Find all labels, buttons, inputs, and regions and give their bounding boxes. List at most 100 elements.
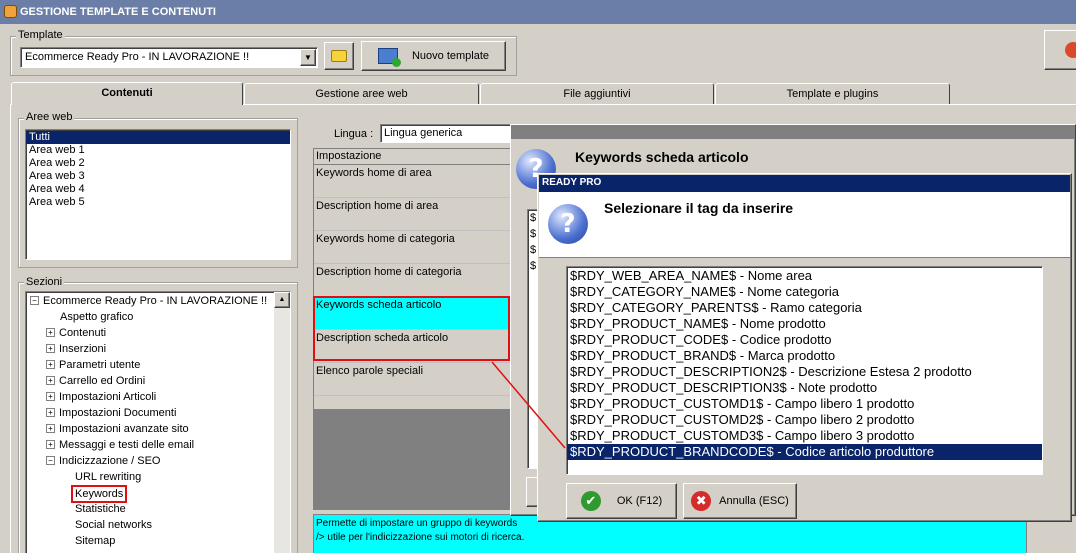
tree-node-carrello[interactable]: + Carrello ed Ordini bbox=[46, 374, 145, 388]
ready-pro-dialog: READY PRO ? Selezionare il tag da inseri… bbox=[537, 173, 1072, 522]
tag-item[interactable]: $RDY_PRODUCT_NAME$ - Nome prodotto bbox=[567, 316, 1042, 332]
empty-area bbox=[313, 410, 513, 510]
expand-icon[interactable]: + bbox=[46, 440, 55, 449]
sezioni-tree[interactable]: − Ecommerce Ready Pro - IN LAVORAZIONE !!… bbox=[25, 291, 291, 553]
tree-node-label: Impostazioni Documenti bbox=[59, 407, 177, 419]
expand-icon[interactable]: + bbox=[46, 408, 55, 417]
expand-icon[interactable]: + bbox=[46, 376, 55, 385]
tag-item[interactable]: $RDY_PRODUCT_CODE$ - Codice prodotto bbox=[567, 332, 1042, 348]
list-item-tutti[interactable]: Tutti bbox=[26, 131, 290, 144]
tree-node-label: Carrello ed Ordini bbox=[59, 375, 146, 387]
tree-node-label: Parametri utente bbox=[59, 359, 141, 371]
tag-item[interactable]: $RDY_PRODUCT_CUSTOMD2$ - Campo libero 2 … bbox=[567, 412, 1042, 428]
tab-template-e-plugins-label: Template e plugins bbox=[786, 88, 879, 100]
lingua-label: Lingua : bbox=[334, 128, 374, 140]
info-line-2: /> utile per l'indicizzazione sui motori… bbox=[316, 532, 525, 543]
tab-template-e-plugins[interactable]: Template e plugins bbox=[715, 83, 950, 104]
tab-gestione-aree-web[interactable]: Gestione aree web bbox=[244, 83, 479, 104]
annotation-arrow bbox=[491, 361, 566, 449]
template-select[interactable]: Ecommerce Ready Pro - IN LAVORAZIONE !! … bbox=[20, 47, 318, 68]
expand-icon[interactable]: + bbox=[46, 424, 55, 433]
expand-icon[interactable]: + bbox=[46, 360, 55, 369]
sezioni-group-label: Sezioni bbox=[24, 276, 65, 288]
list-item-area-web-1[interactable]: Area web 1 bbox=[26, 144, 290, 157]
grid-header: Impostazione bbox=[314, 149, 512, 165]
open-folder-button[interactable] bbox=[324, 42, 354, 70]
window-titlebar: GESTIONE TEMPLATE E CONTENUTI bbox=[0, 0, 1076, 24]
tree-root-label: Ecommerce Ready Pro - IN LAVORAZIONE !! bbox=[43, 295, 268, 307]
tree-node-inserzioni[interactable]: + Inserzioni bbox=[46, 342, 106, 356]
grid-row[interactable]: Keywords home di area bbox=[314, 165, 512, 198]
collapse-icon[interactable]: − bbox=[46, 456, 55, 465]
tree-node-label: Messaggi e testi delle email bbox=[59, 439, 195, 451]
list-item-area-web-2[interactable]: Area web 2 bbox=[26, 157, 290, 170]
ok-button[interactable]: ✔ OK (F12) bbox=[566, 483, 677, 519]
tab-contenuti[interactable]: Contenuti bbox=[11, 82, 243, 105]
tree-node-impostazioni-documenti[interactable]: + Impostazioni Documenti bbox=[46, 406, 176, 420]
tab-file-aggiuntivi[interactable]: File aggiuntivi bbox=[480, 83, 714, 104]
tag-item[interactable]: $RDY_PRODUCT_CUSTOMD1$ - Campo libero 1 … bbox=[567, 396, 1042, 412]
list-item-area-web-4[interactable]: Area web 4 bbox=[26, 183, 290, 196]
check-icon: ✔ bbox=[580, 491, 601, 511]
exit-button[interactable] bbox=[1044, 30, 1076, 70]
aree-web-list[interactable]: Tutti Area web 1 Area web 2 Area web 3 A… bbox=[25, 129, 291, 260]
new-template-button[interactable]: Nuovo template bbox=[361, 41, 506, 71]
tree-root[interactable]: − Ecommerce Ready Pro - IN LAVORAZIONE !! bbox=[30, 294, 267, 308]
cancel-button[interactable]: ✖ Annulla (ESC) bbox=[683, 483, 797, 519]
tag-item-selected[interactable]: $RDY_PRODUCT_BRANDCODE$ - Codice articol… bbox=[567, 444, 1042, 460]
tag-item[interactable]: $RDY_WEB_AREA_NAME$ - Nome area bbox=[567, 268, 1042, 284]
aree-web-group-label: Aree web bbox=[24, 111, 75, 123]
tree-node-label: Contenuti bbox=[59, 327, 107, 339]
list-item-area-web-3[interactable]: Area web 3 bbox=[26, 170, 290, 183]
tag-item[interactable]: $RDY_CATEGORY_NAME$ - Nome categoria bbox=[567, 284, 1042, 300]
tab-contenuti-label: Contenuti bbox=[101, 87, 153, 99]
grid-row[interactable]: Elenco parole speciali bbox=[314, 363, 512, 396]
tag-item[interactable]: $RDY_PRODUCT_DESCRIPTION2$ - Descrizione… bbox=[567, 364, 1042, 380]
cancel-label: Annulla (ESC) bbox=[719, 495, 789, 507]
grid-row[interactable]: Keywords home di categoria bbox=[314, 231, 512, 264]
template-select-value: Ecommerce Ready Pro - IN LAVORAZIONE !! bbox=[25, 51, 250, 63]
list-item-area-web-5[interactable]: Area web 5 bbox=[26, 196, 290, 209]
tree-node-seo[interactable]: − Indicizzazione / SEO bbox=[46, 454, 161, 468]
scroll-up-icon[interactable]: ▲ bbox=[274, 292, 290, 308]
question-icon: ? bbox=[548, 204, 588, 244]
tree-node-social-networks[interactable]: Social networks bbox=[75, 518, 152, 532]
tree-node-impostazioni-avanzate[interactable]: + Impostazioni avanzate sito bbox=[46, 422, 189, 436]
tree-node-url-rewriting[interactable]: URL rewriting bbox=[75, 470, 141, 484]
tree-scrollbar[interactable]: ▲ bbox=[274, 292, 290, 553]
grid-row[interactable]: Description home di categoria bbox=[314, 264, 512, 297]
tree-node-label: Inserzioni bbox=[59, 343, 107, 355]
template-group-label: Template bbox=[16, 29, 65, 41]
expand-icon[interactable]: + bbox=[46, 328, 55, 337]
collapse-icon[interactable]: − bbox=[30, 296, 39, 305]
new-template-icon bbox=[377, 48, 401, 67]
window-title: GESTIONE TEMPLATE E CONTENUTI bbox=[20, 6, 216, 18]
tree-node-keywords[interactable]: Keywords bbox=[71, 485, 128, 503]
tree-node-label: Keywords bbox=[75, 488, 124, 500]
tree-node-statistiche[interactable]: Statistiche bbox=[75, 502, 126, 516]
expand-icon[interactable]: + bbox=[46, 392, 55, 401]
grid-row[interactable]: Description home di area bbox=[314, 198, 512, 231]
lingua-select[interactable]: Lingua generica bbox=[380, 124, 520, 143]
tree-node-messaggi[interactable]: + Messaggi e testi delle email bbox=[46, 438, 194, 452]
settings-grid: Impostazione Keywords home di area Descr… bbox=[313, 148, 513, 410]
tree-node-sitemap[interactable]: Sitemap bbox=[75, 534, 115, 548]
tree-node-label: URL rewriting bbox=[75, 471, 142, 483]
tag-item[interactable]: $RDY_PRODUCT_DESCRIPTION3$ - Note prodot… bbox=[567, 380, 1042, 396]
tree-node-contenuti[interactable]: + Contenuti bbox=[46, 326, 106, 340]
ok-label: OK (F12) bbox=[616, 495, 663, 507]
chevron-down-icon[interactable]: ▼ bbox=[300, 49, 316, 66]
tag-item[interactable]: $RDY_PRODUCT_CUSTOMD3$ - Campo libero 3 … bbox=[567, 428, 1042, 444]
tree-node-label: Indicizzazione / SEO bbox=[59, 455, 161, 467]
tree-node-aspetto-grafico[interactable]: Aspetto grafico bbox=[60, 310, 133, 324]
power-icon bbox=[1065, 42, 1076, 58]
tree-node-label: Social networks bbox=[75, 519, 153, 531]
tree-node-parametri-utente[interactable]: + Parametri utente bbox=[46, 358, 140, 372]
lingua-value: Lingua generica bbox=[384, 127, 463, 139]
tag-item[interactable]: $RDY_CATEGORY_PARENTS$ - Ramo categoria bbox=[567, 300, 1042, 316]
expand-icon[interactable]: + bbox=[46, 344, 55, 353]
tree-node-impostazioni-articoli[interactable]: + Impostazioni Articoli bbox=[46, 390, 156, 404]
annotation-box bbox=[313, 296, 510, 361]
tag-list[interactable]: $RDY_WEB_AREA_NAME$ - Nome area $RDY_CAT… bbox=[566, 266, 1043, 475]
tag-item[interactable]: $RDY_PRODUCT_BRAND$ - Marca prodotto bbox=[567, 348, 1042, 364]
